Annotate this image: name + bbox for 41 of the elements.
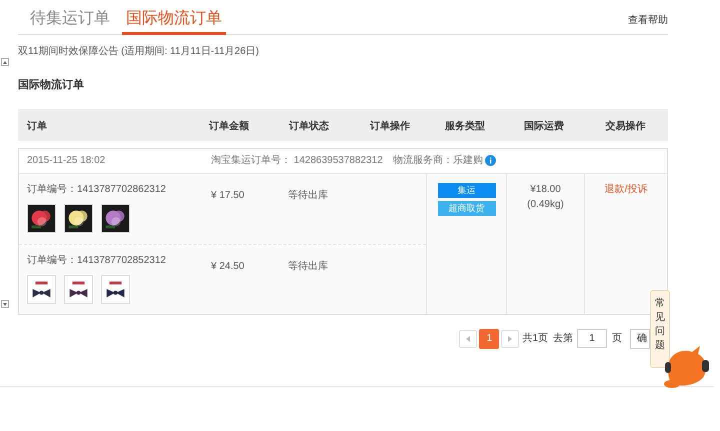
order-amount: ¥ 17.50: [211, 190, 244, 200]
order-amount: ¥ 24.50: [211, 260, 244, 272]
notice-text: 双11期间时效保障公告 (适用期间: 11月11日-11月26日): [18, 44, 260, 59]
right-arrow-icon: [508, 336, 512, 342]
page-button[interactable]: 1: [479, 328, 500, 348]
tab[interactable]: 国际物流订单: [122, 5, 226, 35]
service-button[interactable]: 集运: [438, 182, 496, 198]
order-time: 2015-11-25 18:02: [27, 154, 106, 168]
service-button[interactable]: 超商取货: [438, 200, 496, 216]
order-status: 等待出库: [288, 190, 328, 200]
section-title: 国际物流订单: [18, 78, 85, 93]
scroll-down-icon[interactable]: [1, 300, 9, 308]
weight-text: (0.49kg): [527, 198, 564, 212]
tab[interactable]: 待集运订单: [18, 4, 122, 34]
goto-label: 去第: [553, 332, 573, 346]
total-pages: 共1页: [522, 332, 548, 346]
info-icon[interactable]: [484, 155, 496, 166]
order-number: 订单编号：1413787702862312: [27, 182, 167, 196]
shipping-number: 淘宝集运订单号： 1428639537882312: [211, 154, 383, 168]
order-number: 订单编号：1413787702852312: [27, 254, 167, 268]
confirm-button[interactable]: 确: [630, 328, 650, 348]
column-header: 订单: [27, 120, 47, 132]
order-status: 等待出库: [288, 260, 328, 272]
freight-amount: ¥18.00: [530, 182, 561, 196]
scroll-up-icon[interactable]: [1, 58, 9, 66]
previous-page-button[interactable]: [459, 330, 478, 348]
next-page-button[interactable]: [501, 330, 520, 348]
faq-tab[interactable]: 常见问题: [650, 290, 670, 368]
left-arrow-icon: [466, 336, 470, 342]
provider-text: 物流服务商：乐建购: [392, 154, 483, 168]
column-header: 国际运费: [524, 120, 564, 132]
page-unit: 页: [612, 332, 622, 346]
column-header: 服务类型: [445, 120, 485, 132]
column-header: 交易操作: [606, 120, 646, 132]
refund-link[interactable]: 退款/投诉: [604, 182, 648, 314]
faq-text: 常见问题: [655, 297, 665, 353]
page-input[interactable]: 1: [577, 329, 607, 348]
help-link[interactable]: 查看帮助: [628, 13, 668, 28]
column-header: 订单金额: [209, 120, 249, 132]
column-header: 订单操作: [370, 120, 410, 132]
column-header: 订单状态: [289, 120, 329, 132]
